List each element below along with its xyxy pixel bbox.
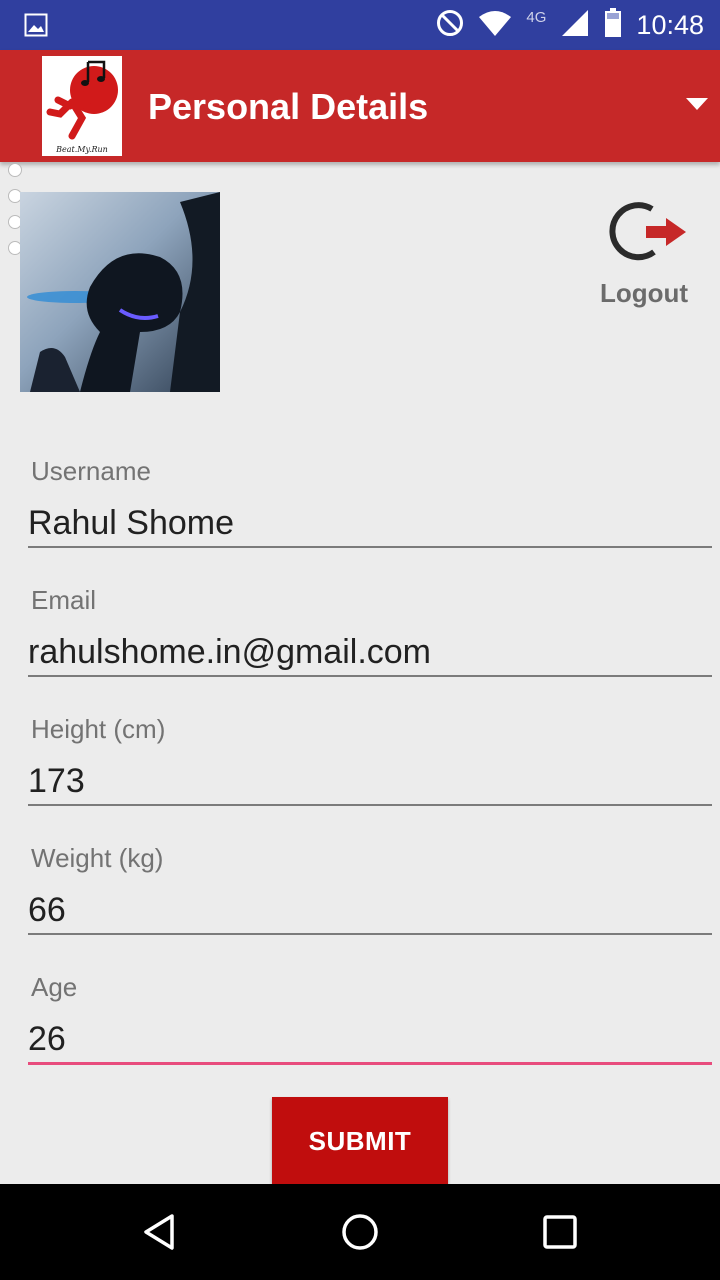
weight-input[interactable] [28, 887, 712, 935]
signal-icon [560, 8, 590, 43]
age-input[interactable] [28, 1016, 712, 1065]
battery-icon [604, 7, 622, 43]
image-icon [24, 13, 48, 42]
logout-icon [609, 202, 686, 261]
age-label: Age [31, 972, 78, 1002]
home-icon[interactable] [340, 1212, 380, 1252]
logo-caption: Beat.My.Run [56, 145, 108, 154]
back-icon[interactable] [140, 1212, 180, 1252]
do-not-disturb-icon [436, 9, 464, 42]
network-type: 4G [526, 8, 547, 26]
profile-avatar[interactable] [20, 192, 220, 392]
username-label: Username [31, 456, 151, 486]
height-input[interactable] [28, 758, 712, 806]
dropdown-caret-icon[interactable] [686, 98, 708, 117]
height-label: Height (cm) [31, 714, 166, 744]
logout-label: Logout [599, 278, 689, 308]
app-bar: Beat.My.Run Personal Details [0, 50, 720, 162]
runner-logo-icon [46, 60, 118, 140]
email-input[interactable] [28, 629, 712, 677]
navigation-bar [0, 1184, 720, 1280]
app-logo: Beat.My.Run [42, 56, 122, 156]
recents-icon[interactable] [540, 1212, 580, 1252]
indicator-dot [8, 163, 22, 177]
submit-button[interactable]: SUBMIT [272, 1097, 448, 1185]
clock: 10:48 [636, 9, 704, 40]
username-input[interactable] [28, 500, 712, 548]
wifi-icon [478, 9, 512, 42]
page-title: Personal Details [148, 86, 429, 127]
email-label: Email [31, 585, 97, 615]
status-bar: 4G 10:48 [0, 0, 720, 50]
logout-button[interactable]: Logout [594, 192, 694, 312]
weight-label: Weight (kg) [31, 843, 164, 873]
